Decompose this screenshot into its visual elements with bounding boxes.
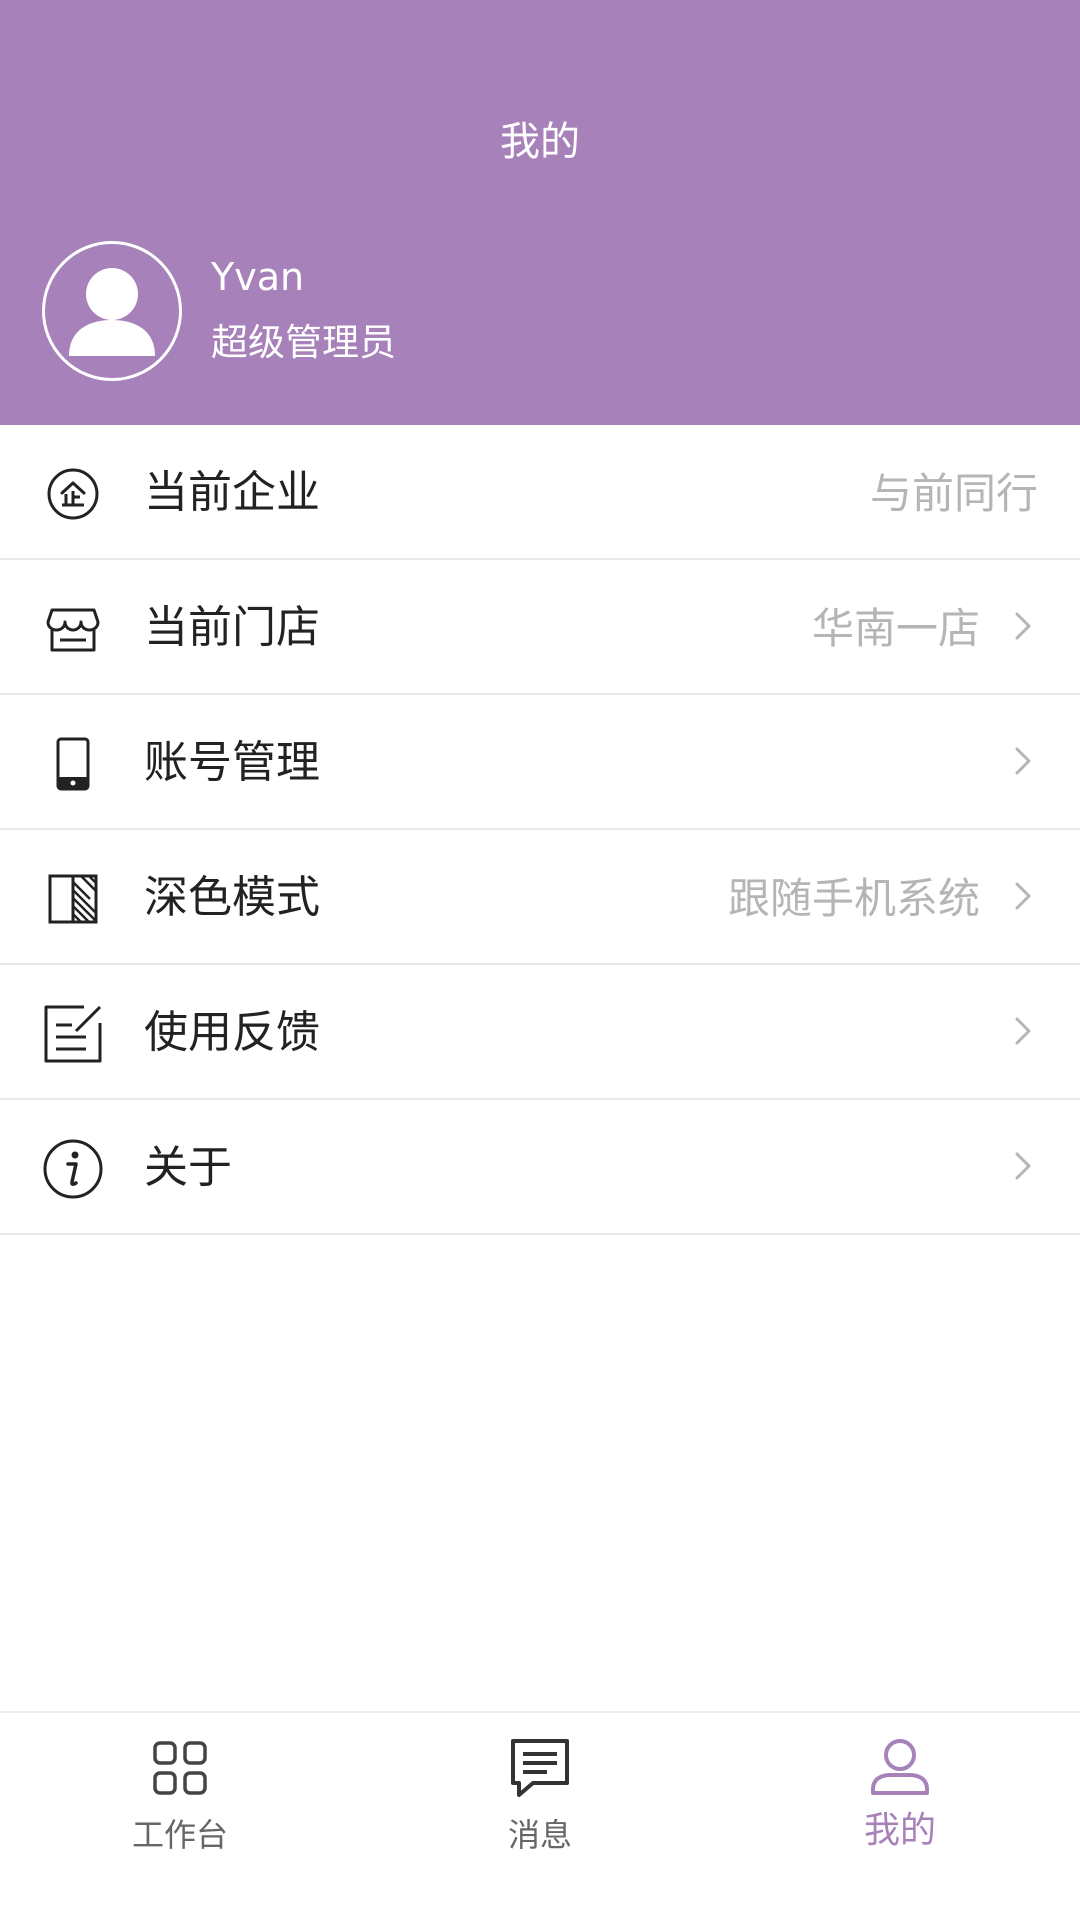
tab-mine[interactable]: 我的 bbox=[720, 1713, 1080, 1920]
feedback-icon bbox=[42, 1003, 104, 1065]
tab-messages[interactable]: 消息 bbox=[360, 1713, 720, 1920]
menu-item-current-store[interactable]: 当前门店 华南一店 bbox=[0, 560, 1080, 695]
tab-label: 消息 bbox=[507, 1816, 572, 1854]
menu-label: 当前门店 bbox=[144, 602, 320, 653]
page-title: 我的 bbox=[500, 119, 580, 165]
chevron-right-icon bbox=[1008, 606, 1038, 646]
avatar[interactable] bbox=[42, 241, 182, 381]
tab-workbench[interactable]: 工作台 bbox=[0, 1713, 360, 1920]
store-icon bbox=[42, 598, 104, 660]
menu-item-dark-mode[interactable]: 深色模式 跟随手机系统 bbox=[0, 830, 1080, 965]
menu-item-current-enterprise[interactable]: 当前企业 与前同行 bbox=[0, 425, 1080, 560]
phone-icon bbox=[42, 733, 104, 795]
menu-item-feedback[interactable]: 使用反馈 bbox=[0, 965, 1080, 1100]
chevron-right-icon bbox=[1008, 876, 1038, 916]
menu-label: 账号管理 bbox=[144, 737, 320, 788]
menu-value: 与前同行 bbox=[869, 469, 1038, 518]
info-icon bbox=[42, 1138, 104, 1200]
menu-label: 关于 bbox=[144, 1142, 232, 1193]
chevron-right-icon bbox=[1008, 1011, 1038, 1051]
grid-icon bbox=[147, 1735, 213, 1801]
user-name: Yvan bbox=[211, 255, 305, 299]
enterprise-icon bbox=[42, 463, 104, 525]
profile-header: 我的 Yvan 超级管理员 bbox=[0, 0, 1080, 425]
message-icon bbox=[507, 1735, 573, 1801]
settings-menu: 当前企业 与前同行 当前门店 华南一店 账号管理 深色模式 跟随手机系统 使用反… bbox=[0, 425, 1080, 1235]
menu-label: 深色模式 bbox=[144, 872, 320, 923]
tab-label: 工作台 bbox=[131, 1816, 228, 1854]
menu-value: 华南一店 bbox=[811, 604, 980, 653]
user-role: 超级管理员 bbox=[211, 321, 396, 364]
menu-label: 使用反馈 bbox=[144, 1007, 320, 1058]
bottom-tab-bar: 工作台 消息 我的 bbox=[0, 1711, 1080, 1920]
chevron-right-icon bbox=[1008, 741, 1038, 781]
menu-item-about[interactable]: 关于 bbox=[0, 1100, 1080, 1235]
menu-item-account-management[interactable]: 账号管理 bbox=[0, 695, 1080, 830]
avatar-person-icon bbox=[69, 268, 155, 356]
tab-label: 我的 bbox=[863, 1810, 936, 1851]
menu-label: 当前企业 bbox=[144, 467, 320, 518]
profile-page: 我的 Yvan 超级管理员 当前企业 与前同行 当前门店 华南一店 账号管理 深… bbox=[0, 0, 1080, 1920]
dark-mode-icon bbox=[42, 868, 104, 930]
chevron-right-icon bbox=[1008, 1146, 1038, 1186]
menu-value: 跟随手机系统 bbox=[727, 874, 980, 923]
user-icon bbox=[867, 1735, 933, 1801]
